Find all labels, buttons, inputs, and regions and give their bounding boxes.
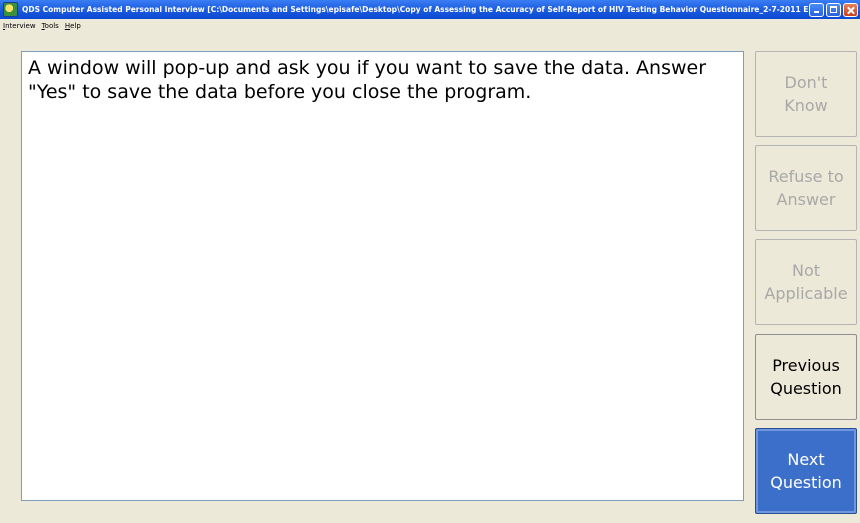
menu-bar: Interview Tools Help: [0, 19, 860, 33]
question-text: A window will pop-up and ask you if you …: [28, 57, 707, 103]
not-applicable-label: Not Applicable: [764, 261, 848, 303]
window-title: QDS Computer Assisted Personal Interview…: [22, 5, 809, 14]
menu-interview[interactable]: Interview: [0, 22, 39, 30]
next-question-button[interactable]: Next Question: [755, 428, 857, 514]
minimize-button[interactable]: [809, 2, 824, 17]
not-applicable-button[interactable]: Not Applicable: [755, 239, 857, 325]
app-icon[interactable]: [3, 2, 18, 17]
previous-question-label: Previous Question: [770, 356, 842, 398]
dont-know-label: Don't Know: [784, 73, 828, 115]
maximize-icon: [827, 4, 840, 16]
maximize-button[interactable]: [826, 2, 841, 17]
menu-help[interactable]: Help: [62, 22, 84, 30]
minimize-icon: [810, 4, 823, 16]
close-icon: [844, 4, 857, 16]
refuse-to-answer-button[interactable]: Refuse to Answer: [755, 145, 857, 231]
close-button[interactable]: [843, 2, 858, 17]
title-bar[interactable]: QDS Computer Assisted Personal Interview…: [0, 0, 860, 19]
next-question-label: Next Question: [770, 450, 842, 492]
window-controls: [809, 2, 858, 17]
question-panel: A window will pop-up and ask you if you …: [21, 51, 744, 501]
refuse-to-answer-label: Refuse to Answer: [768, 167, 844, 209]
dont-know-button[interactable]: Don't Know: [755, 51, 857, 137]
menu-tools[interactable]: Tools: [39, 22, 62, 30]
previous-question-button[interactable]: Previous Question: [755, 334, 857, 420]
